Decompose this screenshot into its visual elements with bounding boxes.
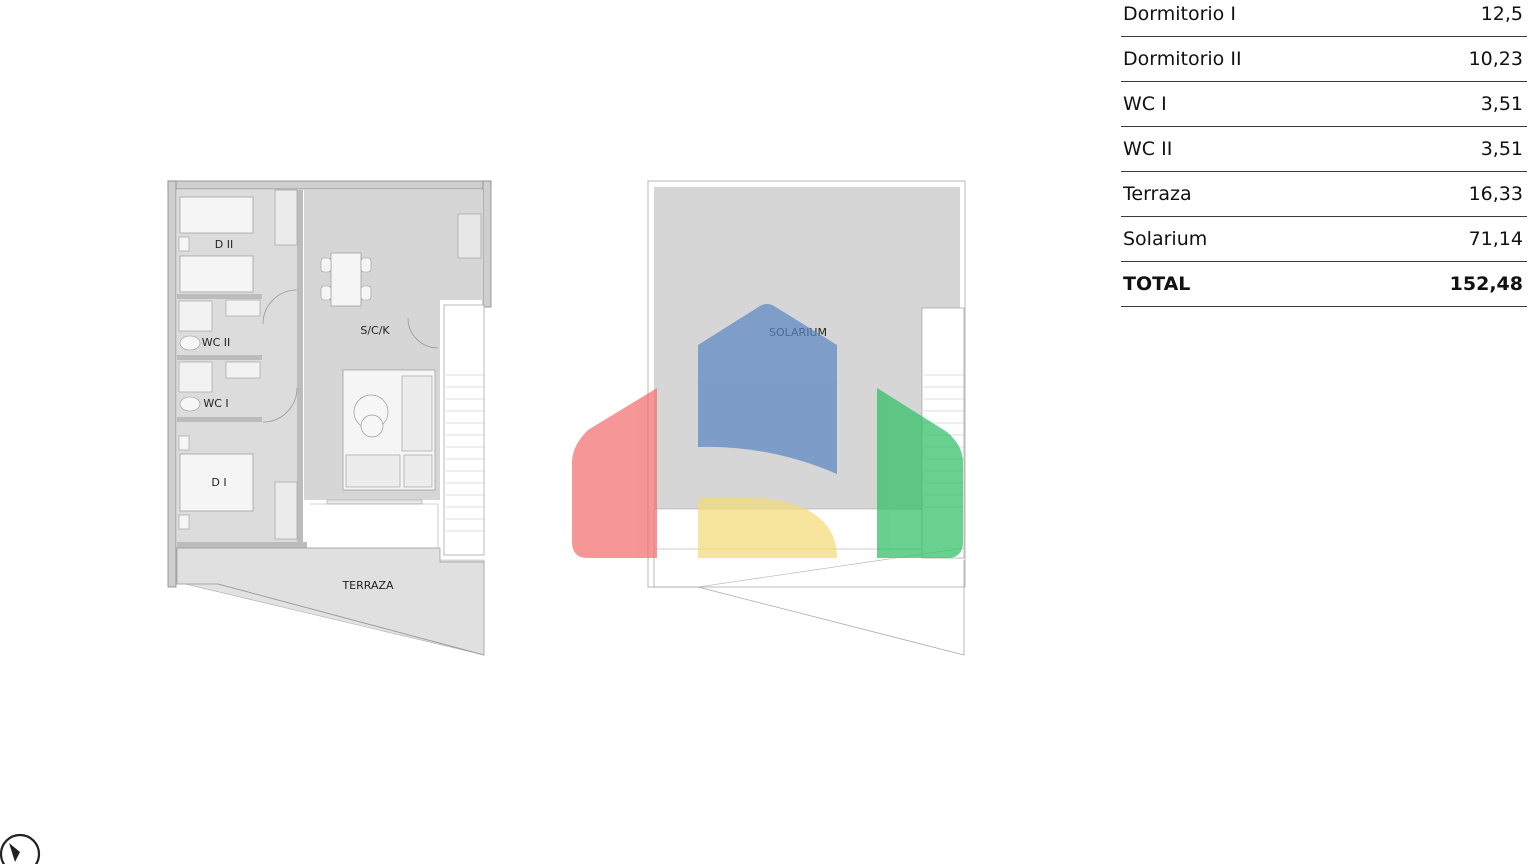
room-label-d2: D II [215,238,233,251]
table-row: Dormitorio II 10,23 [1121,36,1527,82]
total-label: TOTAL [1121,261,1370,307]
room-label-terraza: TERRAZA [341,579,394,592]
area-name: WC I [1121,81,1370,127]
area-value: 3,51 [1369,81,1527,127]
area-value: 16,33 [1369,171,1527,217]
area-name: WC II [1121,126,1370,172]
area-value: 12,5 [1369,0,1527,37]
table-row: WC I 3,51 [1121,81,1527,127]
table-row: Terraza 16,33 [1121,171,1527,217]
area-value: 3,51 [1369,126,1527,172]
total-value: 152,48 [1369,261,1527,307]
north-arrow-icon [0,833,41,864]
logo-red-shape [572,388,657,558]
table-row: Solarium 71,14 [1121,216,1527,262]
area-name: Dormitorio II [1121,36,1370,82]
room-label-wc2: WC II [202,336,231,349]
table-row: WC II 3,51 [1121,126,1527,172]
area-value: 71,14 [1369,216,1527,262]
total-row: TOTAL 152,48 [1121,261,1527,307]
ground-floor-plan: D II WC II WC I D I S/C/K TERRAZA [167,180,492,656]
area-value: 10,23 [1369,36,1527,82]
room-label-wc1: WC I [203,397,228,410]
room-label-sck: S/C/K [360,324,390,337]
room-label-d1: D I [211,476,226,489]
area-name: Terraza [1121,171,1370,217]
area-name: Dormitorio I [1121,0,1370,37]
areas-table: Dormitorio I 12,5 Dormitorio II 10,23 WC… [1121,0,1527,307]
table-row: Dormitorio I 12,5 [1121,0,1527,37]
area-name: Solarium [1121,216,1370,262]
